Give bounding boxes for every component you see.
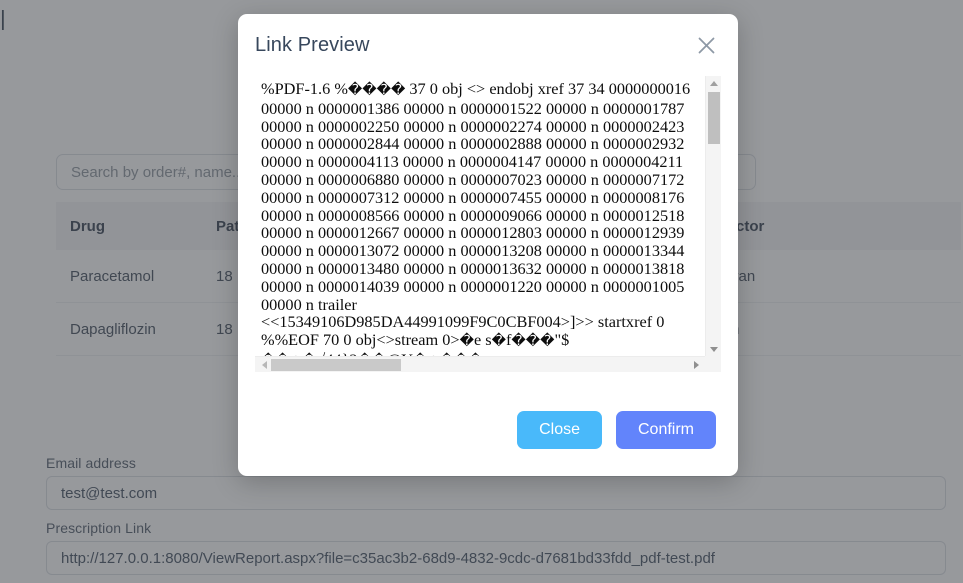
- pdf-preview-pane[interactable]: %PDF-1.6 %���� 37 0 obj <> endobj xref 3…: [255, 76, 721, 372]
- close-icon[interactable]: [692, 31, 720, 59]
- dialog-body: %PDF-1.6 %���� 37 0 obj <> endobj xref 3…: [238, 76, 738, 398]
- vertical-scrollbar-thumb[interactable]: [708, 92, 720, 144]
- vertical-scrollbar[interactable]: [705, 76, 721, 356]
- horizontal-scrollbar[interactable]: [255, 356, 721, 372]
- arrow-right-icon[interactable]: [689, 357, 703, 372]
- arrow-left-icon[interactable]: [257, 357, 271, 372]
- link-preview-dialog: Link Preview %PDF-1.6 %���� 37 0 obj <> …: [238, 14, 738, 476]
- arrow-down-icon[interactable]: [706, 342, 721, 356]
- confirm-button[interactable]: Confirm: [615, 411, 716, 449]
- arrow-up-icon[interactable]: [706, 76, 721, 90]
- dialog-title: Link Preview: [255, 33, 370, 56]
- close-button[interactable]: Close: [517, 411, 602, 449]
- dialog-footer: Close Confirm: [238, 398, 738, 476]
- horizontal-scrollbar-thumb[interactable]: [271, 359, 401, 371]
- scrollbar-corner: [705, 356, 721, 372]
- dialog-header: Link Preview: [238, 14, 738, 76]
- pdf-preview-text: %PDF-1.6 %���� 37 0 obj <> endobj xref 3…: [261, 79, 691, 369]
